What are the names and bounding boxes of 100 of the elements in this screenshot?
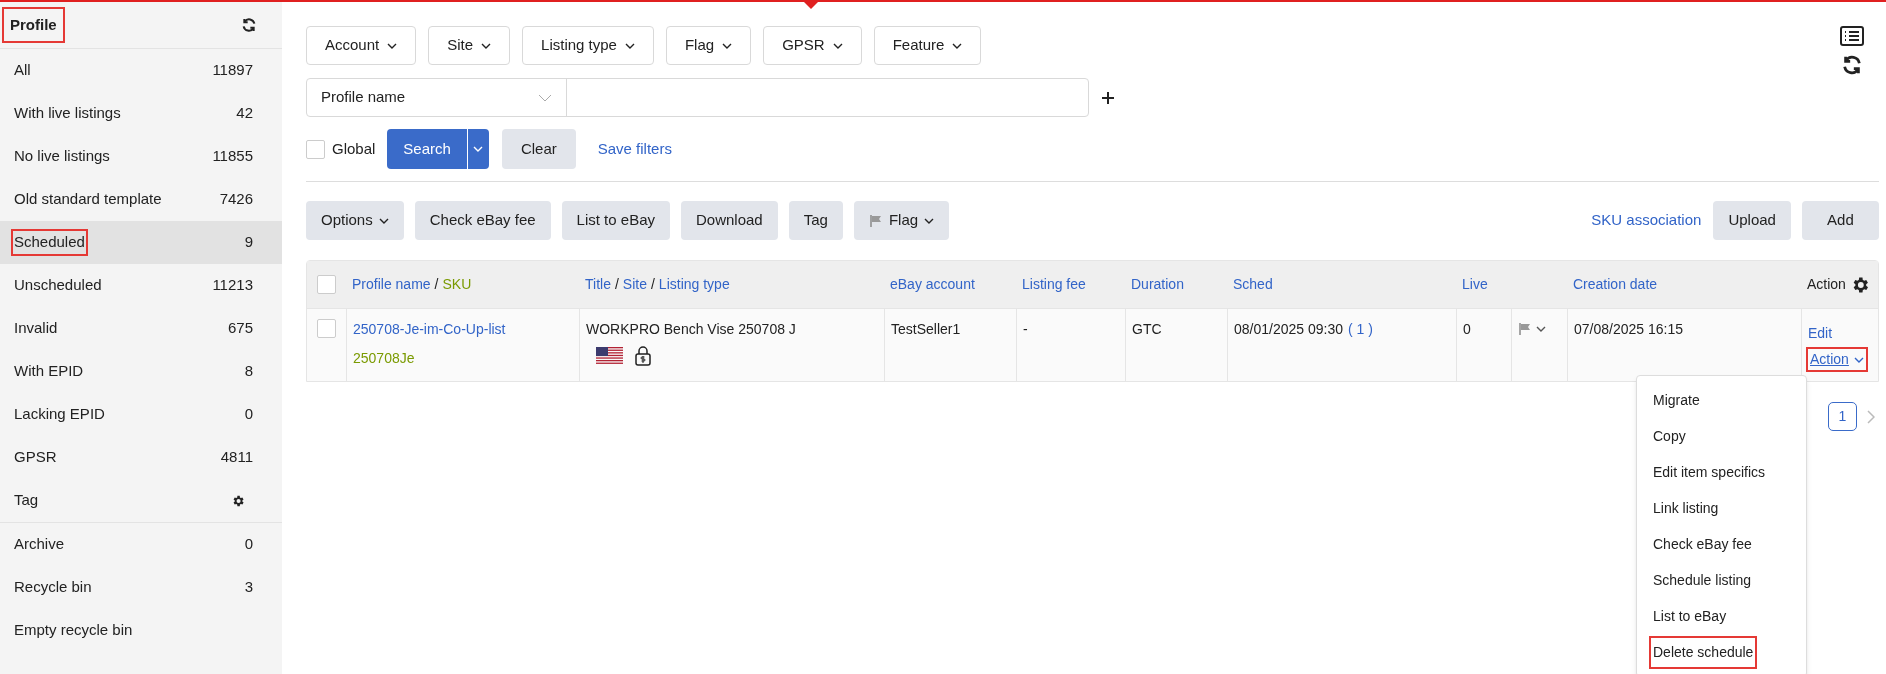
search-field[interactable]: Profile name [306,78,1089,117]
item-count: 675 [227,318,253,339]
action-link[interactable]: Action [1808,349,1866,370]
list-view-icon[interactable] [1840,26,1864,46]
menu-item[interactable]: Check eBay fee [1651,529,1754,559]
sidebar-item[interactable]: Unscheduled 11213 [0,264,282,307]
item-count: 11897 [212,60,253,81]
sidebar-item[interactable]: All 11897 [0,49,282,92]
sidebar-item[interactable]: GPSR 4811 [0,436,282,479]
sidebar-item-label: Empty recycle bin [13,620,134,641]
sidebar-item[interactable]: Tag [0,479,282,522]
sidebar-item[interactable]: No live listings 11855 [0,135,282,178]
column-header[interactable]: Profile name [352,274,431,295]
sidebar-item-label: Scheduled [13,231,86,254]
toolbar-button[interactable]: Download [681,201,778,240]
toolbar-button[interactable]: Upload [1713,201,1791,240]
toolbar-button[interactable]: Options [306,201,404,240]
clear-button[interactable]: Clear [501,129,576,169]
column-header: Action [1807,275,1846,294]
menu-item[interactable]: Edit item specifics [1651,457,1768,487]
filter-dropdown[interactable]: Site [428,26,511,65]
row-checkbox[interactable] [317,319,336,338]
caret-icon [481,42,492,49]
sidebar-item[interactable]: Old standard template 7426 [0,178,282,221]
menu-item[interactable]: Migrate [1651,385,1702,415]
filter-dropdown[interactable]: Flag [665,26,752,65]
filter-dropdown[interactable]: Feature [873,26,982,65]
duration-text: GTC [1132,321,1162,337]
profile-name-link[interactable]: 250708-Je-im-Co-Up-list [353,319,573,340]
live-text: 0 [1463,321,1471,337]
sidebar-item[interactable]: Empty recycle bin [0,609,282,652]
column-header[interactable]: Listing type [658,274,730,295]
save-filters-link[interactable]: Save filters [597,137,672,161]
item-count: 9 [244,232,253,253]
sku-association-link[interactable]: SKU association [1591,209,1702,232]
global-label: Global [332,138,376,159]
column-header[interactable]: eBay account [890,274,975,295]
menu-item[interactable]: Link listing [1651,493,1721,523]
plus-icon[interactable] [1101,90,1115,105]
item-count: 11855 [212,146,253,167]
sidebar-title: Profile [4,8,63,42]
sidebar-item-label: Old standard template [13,189,163,210]
sidebar-item-label: Lacking EPID [13,404,106,425]
caret-icon [1853,356,1864,363]
column-header[interactable]: Live [1462,274,1488,295]
refresh-icon[interactable] [241,17,257,33]
menu-item[interactable]: List to eBay [1651,601,1729,631]
caret-icon [624,42,635,49]
item-count: 0 [244,404,253,425]
toolbar-button[interactable]: Add [1801,201,1879,240]
sidebar-item-label: All [13,60,32,81]
item-count: 7426 [219,189,253,210]
sidebar-item[interactable]: Lacking EPID 0 [0,393,282,436]
sidebar-item-label: With EPID [13,361,85,382]
separator: / [650,275,655,294]
column-header[interactable]: Title [585,274,611,295]
sched-count-link[interactable]: ( 1 ) [1348,319,1373,340]
toolbar-button[interactable]: Tag [788,201,843,240]
item-count: 3 [244,577,253,598]
global-checkbox[interactable] [306,139,325,159]
menu-item[interactable]: Schedule listing [1651,565,1754,595]
sidebar-item[interactable]: With EPID 8 [0,350,282,393]
sidebar-item[interactable]: Scheduled 9 [0,221,282,264]
filter-dropdown[interactable]: Listing type [522,26,654,65]
flag-icon [1518,322,1532,336]
menu-item[interactable]: Delete schedule [1651,637,1756,667]
column-header[interactable]: Listing fee [1022,274,1086,295]
settings-icon[interactable] [231,493,245,508]
edit-link[interactable]: Edit [1808,323,1833,344]
select-all-checkbox[interactable] [317,275,336,294]
sidebar-item-label: Invalid [13,318,59,339]
sidebar-item[interactable]: With live listings 42 [0,92,282,135]
toolbar-button[interactable]: List to eBay [561,201,670,240]
page-button[interactable]: 1 [1827,402,1857,431]
field-select[interactable]: Profile name [307,79,567,116]
sidebar-item-label: Recycle bin [13,577,93,598]
toolbar-button[interactable]: Flag [853,201,950,240]
sidebar-item-label: Archive [13,534,66,555]
flag-icon [596,347,623,365]
sku-text: 250708Je [353,349,416,368]
sched-text: 08/01/2025 09:30 [1234,320,1343,339]
caret-icon [832,42,843,49]
sidebar-item-label: With live listings [13,103,122,124]
sidebar-item-label: Unscheduled [13,275,103,296]
column-header[interactable]: Duration [1131,274,1184,295]
sidebar-item[interactable]: Archive 0 [0,523,282,566]
refresh-icon[interactable] [1841,54,1863,76]
search-options-button[interactable] [467,129,489,169]
sidebar-item-label: No live listings [13,146,111,167]
toolbar-button[interactable]: Check eBay fee [414,201,551,240]
column-header[interactable]: Site [622,274,647,295]
filter-dropdown[interactable]: GPSR [763,26,862,65]
menu-item[interactable]: Copy [1651,421,1688,451]
creation-date-text: 07/08/2025 16:15 [1574,321,1683,337]
column-header[interactable]: Sched [1233,274,1273,295]
column-header[interactable]: Creation date [1573,274,1658,295]
sidebar-item[interactable]: Invalid 675 [0,307,282,350]
filter-dropdown[interactable]: Account [306,26,417,65]
search-button[interactable]: Search [387,129,467,169]
sidebar-item[interactable]: Recycle bin 3 [0,566,282,609]
